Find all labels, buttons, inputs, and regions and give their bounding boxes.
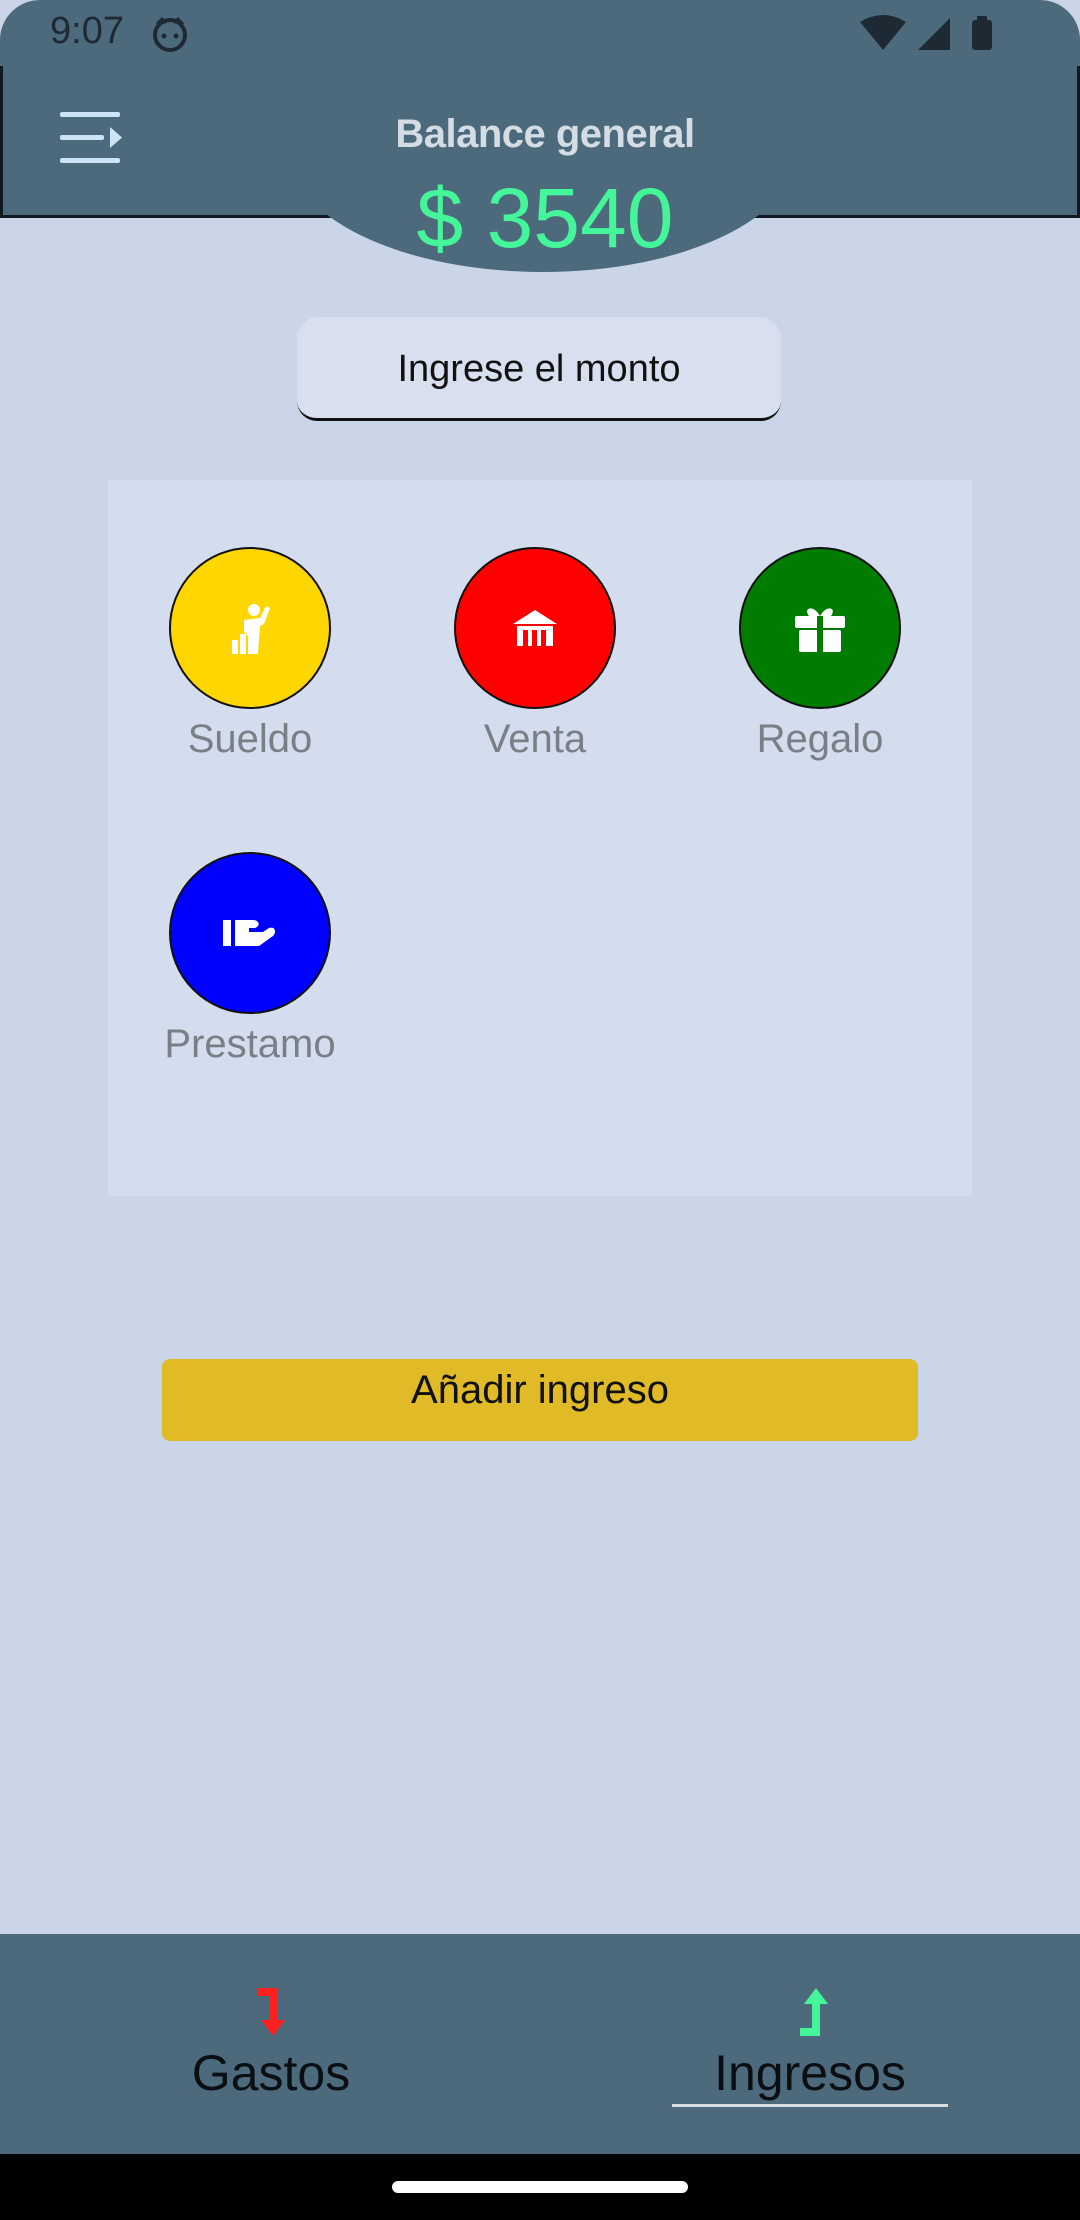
status-icons xyxy=(860,15,992,50)
tab-gastos[interactable]: Gastos xyxy=(121,1934,421,2154)
category-label: Prestamo xyxy=(164,1022,336,1066)
category-circle[interactable] xyxy=(169,852,331,1014)
category-label: Venta xyxy=(483,717,587,761)
tab-ingresos-label: Ingresos xyxy=(714,2045,906,2101)
selected-tab-indicator xyxy=(672,2104,948,2107)
category-regalo[interactable]: Regalo xyxy=(700,547,940,762)
category-circle[interactable] xyxy=(169,547,331,709)
battery-icon xyxy=(972,20,992,50)
category-venta[interactable]: Venta xyxy=(415,547,655,762)
tab-ingresos[interactable]: Ingresos xyxy=(660,1934,960,2154)
category-circle[interactable] xyxy=(739,547,901,709)
hand-money-icon xyxy=(223,920,276,946)
wifi-icon xyxy=(860,15,906,50)
home-handle[interactable] xyxy=(392,2181,688,2193)
category-circle[interactable] xyxy=(454,547,616,709)
category-label: Sueldo xyxy=(187,717,313,761)
tab-gastos-label: Gastos xyxy=(191,2045,351,2101)
status-time: 9:07 xyxy=(50,10,124,52)
category-sueldo[interactable]: Sueldo xyxy=(130,547,370,762)
arrow-up-icon xyxy=(800,1988,828,2036)
amount-input[interactable]: Ingrese el monto xyxy=(297,317,781,421)
signal-icon xyxy=(918,18,950,50)
cat-face-icon xyxy=(153,16,187,52)
bottom-nav: Gastos Ingresos xyxy=(0,1934,1080,2154)
category-label: Regalo xyxy=(756,717,884,761)
category-prestamo[interactable]: Prestamo xyxy=(130,852,370,1067)
balance-amount: $ 3540 xyxy=(416,171,674,265)
gift-icon xyxy=(795,608,845,652)
worker-icon xyxy=(232,604,270,654)
balance-title: Balance general xyxy=(395,112,695,156)
arrow-down-icon xyxy=(257,1988,285,2036)
status-bar: 9:07 xyxy=(0,0,1080,66)
store-icon xyxy=(513,610,557,646)
add-income-button[interactable]: Añadir ingreso xyxy=(162,1359,918,1441)
